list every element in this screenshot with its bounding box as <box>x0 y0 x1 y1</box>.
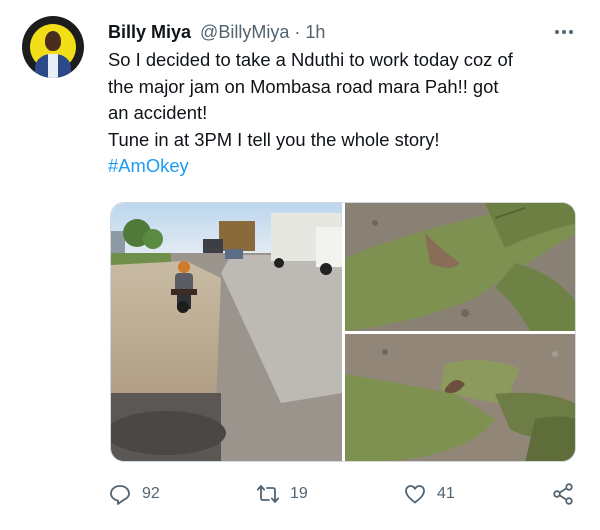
more-icon[interactable] <box>552 22 576 42</box>
author-name[interactable]: Billy Miya <box>108 22 191 42</box>
retweet-button[interactable]: 19 <box>256 479 308 509</box>
tweet-text-line: So I decided to take a Nduthi to work to… <box>108 49 513 70</box>
more-dot <box>555 30 559 34</box>
media-grid <box>110 202 576 462</box>
reply-button[interactable]: 92 <box>108 479 160 509</box>
avatar[interactable] <box>22 16 84 78</box>
tweet-text: So I decided to take a Nduthi to work to… <box>108 47 588 180</box>
author-handle[interactable]: @BillyMiya <box>200 22 289 42</box>
green-trousers-and-boots-photo[interactable] <box>345 334 575 461</box>
avatar-shirt <box>48 54 58 78</box>
retweet-count: 19 <box>290 485 308 502</box>
like-button[interactable]: 41 <box>403 479 455 509</box>
reply-count: 92 <box>142 485 160 502</box>
tweet[interactable]: Billy Miya @BillyMiya · 1h So I decided … <box>0 0 600 530</box>
road-with-motorbike-and-trucks-photo[interactable] <box>111 203 342 461</box>
retweet-icon <box>256 485 280 503</box>
like-icon <box>405 485 425 504</box>
avatar-head <box>45 31 61 51</box>
action-bar: 92 19 41 <box>108 479 578 509</box>
share-icon <box>553 483 573 505</box>
hashtag-link[interactable]: #AmOkey <box>108 155 189 176</box>
torn-green-trousers-photo[interactable] <box>345 203 575 331</box>
tweet-text-line: an accident! <box>108 102 208 123</box>
separator-dot: · <box>294 22 301 42</box>
tweet-text-line: the major jam on Mombasa road mara Pah!!… <box>108 75 499 97</box>
share-button[interactable] <box>551 479 575 509</box>
tweet-text-line: Tune in at 3PM I tell you the whole stor… <box>108 128 440 150</box>
reply-icon <box>110 485 130 505</box>
like-count: 41 <box>437 485 455 502</box>
more-dot <box>562 30 566 34</box>
tweet-time[interactable]: 1h <box>305 22 325 42</box>
tweet-header: Billy Miya @BillyMiya · 1h <box>108 20 325 44</box>
more-dot <box>569 30 573 34</box>
